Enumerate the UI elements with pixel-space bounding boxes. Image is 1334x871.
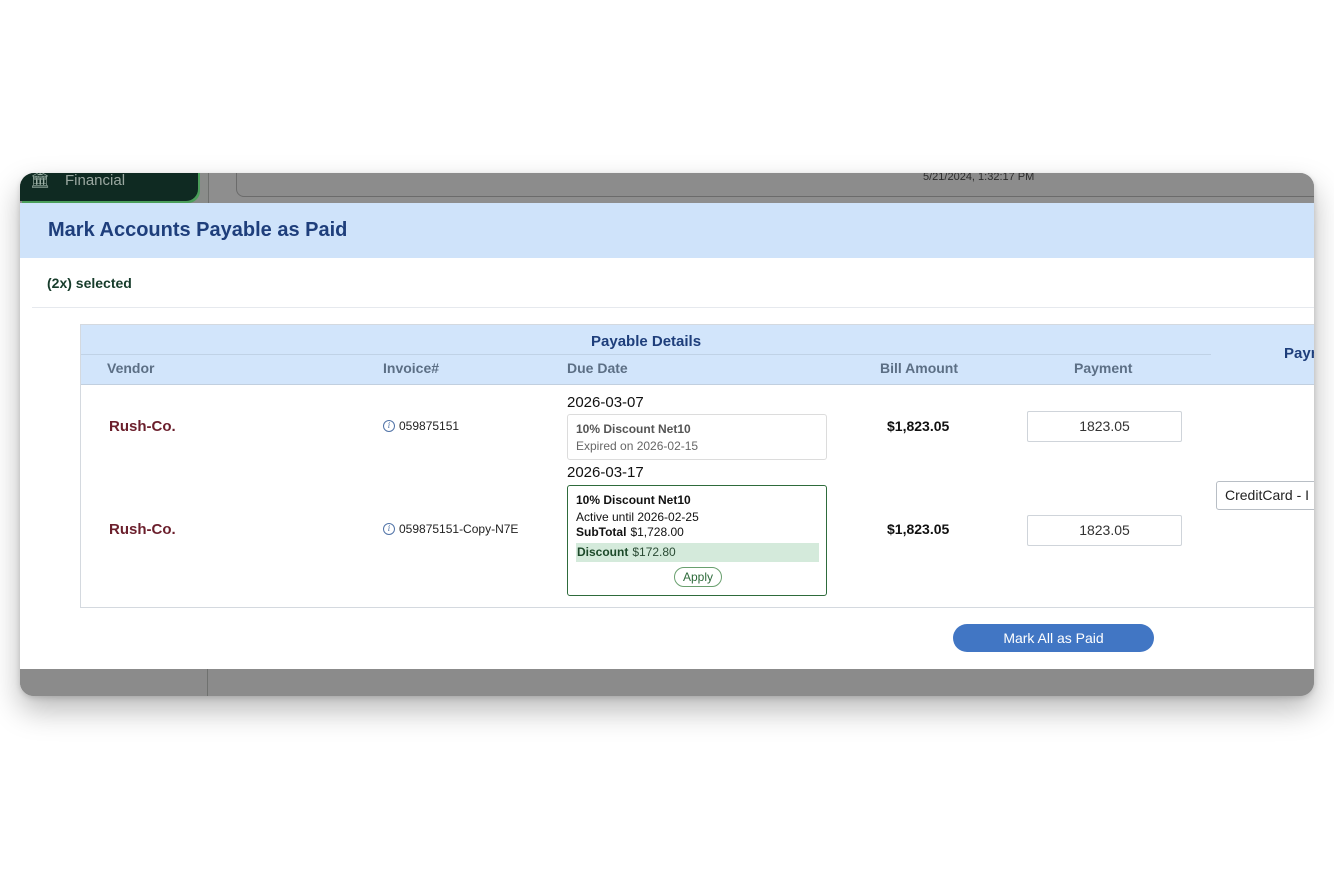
sidebar-item-financial: 🏛 Financial bbox=[20, 173, 198, 201]
app-window: 🏛 Financial 5/21/2024, 1:32:17 PM Mark A… bbox=[20, 173, 1314, 696]
background-footer bbox=[20, 669, 1314, 696]
subtotal-value: $1,728.00 bbox=[630, 525, 684, 539]
info-icon[interactable]: i bbox=[383, 523, 395, 535]
vendor-name: Rush-Co. bbox=[109, 418, 176, 435]
divider bbox=[32, 307, 1314, 308]
apply-discount-button[interactable]: Apply bbox=[674, 567, 722, 587]
selected-count: (2x) selected bbox=[47, 275, 132, 291]
discount-line: Discount $172.80 bbox=[576, 543, 819, 562]
discount-value: $172.80 bbox=[632, 545, 676, 559]
mark-all-paid-button[interactable]: Mark All as Paid bbox=[953, 624, 1154, 652]
column-bill-amount: Bill Amount bbox=[880, 360, 959, 376]
due-date: 2026-03-07 bbox=[567, 394, 644, 411]
due-date: 2026-03-17 bbox=[567, 464, 644, 481]
group-divider bbox=[81, 354, 1211, 355]
table-header: Payable Details Payn Vendor Invoice# Due… bbox=[81, 325, 1314, 385]
payables-table: Payable Details Payn Vendor Invoice# Due… bbox=[80, 324, 1314, 608]
discount-label: Discount bbox=[577, 545, 629, 559]
discount-title: 10% Discount Net10 bbox=[576, 493, 691, 507]
info-icon[interactable]: i bbox=[383, 420, 395, 432]
bill-amount: $1,823.05 bbox=[887, 418, 950, 434]
background-card bbox=[236, 173, 1314, 197]
group-title: Payable Details bbox=[591, 333, 702, 350]
bill-amount: $1,823.05 bbox=[887, 521, 950, 537]
bank-icon: 🏛 bbox=[30, 173, 51, 189]
column-invoice: Invoice# bbox=[383, 360, 440, 376]
group-title-payment-method: Payn bbox=[1284, 345, 1314, 362]
payment-input[interactable]: 1823.05 bbox=[1027, 411, 1182, 442]
discount-status: Expired on 2026-02-15 bbox=[576, 439, 699, 453]
invoice-number[interactable]: i 059875151 bbox=[383, 419, 459, 433]
payment-method-select[interactable]: CreditCard - I bbox=[1216, 481, 1314, 510]
payment-input[interactable]: 1823.05 bbox=[1027, 515, 1182, 546]
vendor-name: Rush-Co. bbox=[109, 521, 176, 538]
sidebar-item-label: Financial bbox=[65, 173, 126, 189]
invoice-value: 059875151-Copy-N7E bbox=[399, 522, 519, 536]
modal-header: Mark Accounts Payable as Paid bbox=[20, 203, 1314, 258]
subtotal-label: SubTotal bbox=[576, 525, 627, 539]
background-divider bbox=[207, 669, 208, 696]
invoice-value: 059875151 bbox=[399, 419, 460, 433]
discount-box-active: 10% Discount Net10 Active until 2026-02-… bbox=[567, 485, 827, 596]
discount-status: Active until 2026-02-25 bbox=[576, 510, 699, 524]
discount-box-expired: 10% Discount Net10 Expired on 2026-02-15 bbox=[567, 414, 827, 460]
column-due-date: Due Date bbox=[567, 360, 628, 376]
subtotal-line: SubTotal $1,728.00 bbox=[576, 525, 684, 539]
background-timestamp: 5/21/2024, 1:32:17 PM bbox=[923, 173, 1035, 183]
column-vendor: Vendor bbox=[107, 360, 155, 376]
invoice-number[interactable]: i 059875151-Copy-N7E bbox=[383, 522, 518, 536]
modal-title: Mark Accounts Payable as Paid bbox=[48, 219, 348, 241]
discount-title: 10% Discount Net10 bbox=[576, 422, 691, 436]
mark-paid-modal: Mark Accounts Payable as Paid (2x) selec… bbox=[20, 203, 1314, 669]
column-payment: Payment bbox=[1074, 360, 1133, 376]
